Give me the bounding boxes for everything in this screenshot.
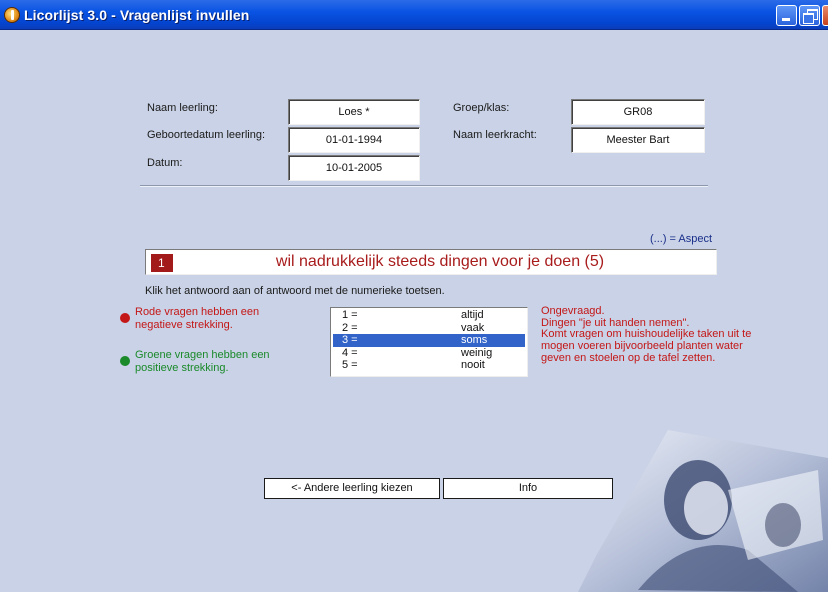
answer-number: 5 = <box>342 359 358 371</box>
teacher-field[interactable]: Meester Bart <box>571 127 705 153</box>
answer-option-3[interactable]: 3 = soms <box>333 334 525 347</box>
green-dot-icon <box>120 356 130 366</box>
birthdate-label: Geboortedatum leerling: <box>147 129 266 141</box>
answer-number: 4 = <box>342 346 358 359</box>
app-icon <box>4 7 20 23</box>
answer-word: altijd <box>461 309 484 321</box>
legend-green-text: Groene vragen hebben een positieve strek… <box>135 349 270 374</box>
answer-word: nooit <box>461 359 485 371</box>
date-field[interactable]: 10-01-2005 <box>288 155 420 181</box>
answer-option-1[interactable]: 1 = altijd <box>331 309 527 322</box>
aspect-hint: (...) = Aspect <box>650 233 713 245</box>
date-label: Datum: <box>147 157 183 169</box>
photo-illustration <box>578 430 828 592</box>
question-text: wil nadrukkelijk steeds dingen voor je d… <box>275 253 605 270</box>
answer-number: 2 = <box>342 321 358 334</box>
aspect-description: Ongevraagd. Dingen "je uit handen nemen"… <box>541 305 752 364</box>
answer-option-4[interactable]: 4 = weinig <box>331 347 527 360</box>
student-name-label: Naam leerling: <box>147 102 218 114</box>
red-dot-icon <box>120 313 130 323</box>
separator-line <box>140 185 708 187</box>
window-title: Licorlijst 3.0 - Vragenlijst invullen <box>24 7 250 23</box>
answer-option-2[interactable]: 2 = vaak <box>331 322 527 335</box>
teacher-label: Naam leerkracht: <box>453 129 537 141</box>
decorative-photo <box>578 430 828 592</box>
group-label: Groep/klas: <box>453 102 510 114</box>
title-bar[interactable]: Licorlijst 3.0 - Vragenlijst invullen <box>0 0 828 30</box>
instruction-text: Klik het antwoord aan of antwoord met de… <box>145 285 445 297</box>
other-student-button[interactable]: <- Andere leerling kiezen <box>264 478 440 499</box>
birthdate-field[interactable]: 01-01-1994 <box>288 127 420 153</box>
answer-list[interactable]: 1 = altijd 2 = vaak 3 = soms 4 = weinig … <box>330 307 528 377</box>
answer-word: vaak <box>461 321 485 334</box>
answer-word: weinig <box>461 346 493 359</box>
student-name-field[interactable]: Loes * <box>288 99 420 125</box>
question-bar: 1 wil nadrukkelijk steeds dingen voor je… <box>145 249 717 275</box>
legend-red-text: Rode vragen hebben een negatieve strekki… <box>135 306 260 331</box>
answer-word: soms <box>461 334 488 346</box>
close-button[interactable] <box>822 5 828 26</box>
restore-button[interactable] <box>799 5 820 26</box>
minimize-button[interactable] <box>776 5 797 26</box>
answer-number: 1 = <box>342 309 358 321</box>
answer-option-5[interactable]: 5 = nooit <box>331 359 527 372</box>
answer-number: 3 = <box>342 334 358 346</box>
group-field[interactable]: GR08 <box>571 99 705 125</box>
